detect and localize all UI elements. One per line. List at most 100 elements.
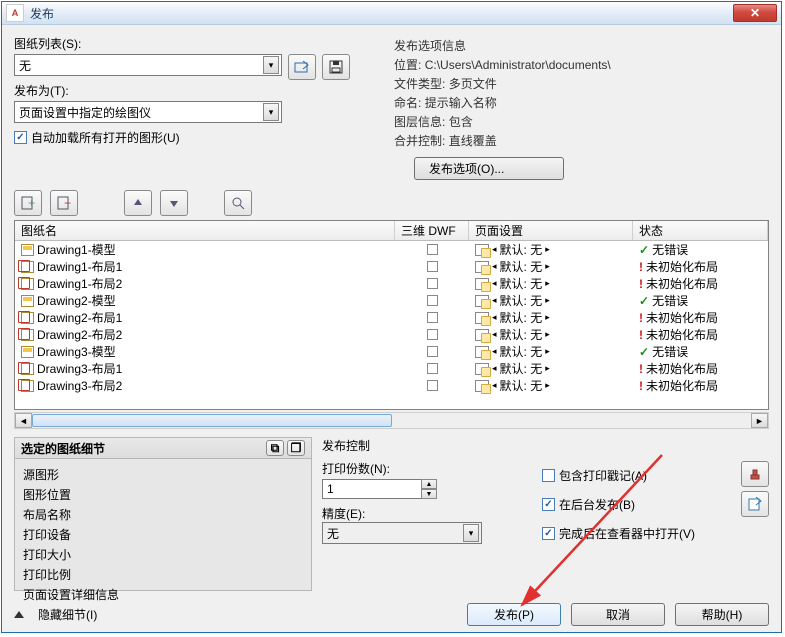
publish-button[interactable]: 发布(P) [467,603,561,626]
remove-sheet-button[interactable]: − [50,190,78,216]
page-setup-icon [475,346,489,358]
status-icon: ! [639,260,643,274]
table-row[interactable]: Drawing3-模型◂默认: 无▸✓ 无错误 [15,343,768,360]
stamp-checkbox[interactable] [542,469,555,482]
status-text: 未初始化布局 [646,275,718,292]
background-settings-button[interactable] [741,491,769,517]
status-text: 未初始化布局 [646,377,718,394]
import-button[interactable] [288,54,316,80]
table-row[interactable]: Drawing2-布局2◂默认: 无▸! 未初始化布局 [15,326,768,343]
stamp-label: 包含打印戳记(A) [559,467,647,484]
sheet-name: Drawing2-布局2 [37,326,122,343]
status-icon: ✓ [639,294,649,308]
title-bar[interactable]: A 发布 ✕ [2,2,781,25]
3d-dwf-checkbox[interactable] [427,312,438,323]
spin-up[interactable]: ▲ [421,479,437,489]
precision-combo[interactable]: 无 ▾ [322,522,482,544]
col-header-status[interactable]: 状态 [633,221,768,240]
sheet-list-combo[interactable]: 无 ▾ [14,54,282,76]
detail-item: 布局名称 [23,506,303,523]
table-row[interactable]: Drawing2-模型◂默认: 无▸✓ 无错误 [15,292,768,309]
cancel-button[interactable]: 取消 [571,603,665,626]
page-setup-value: 默认: 无 [500,258,543,275]
scroll-right-button[interactable]: ► [751,413,768,428]
sheet-icon [21,244,34,256]
stamp-settings-button[interactable] [741,461,769,487]
table-row[interactable]: Drawing2-布局1◂默认: 无▸! 未初始化布局 [15,309,768,326]
table-row[interactable]: Drawing1-布局1◂默认: 无▸! 未初始化布局 [15,258,768,275]
sheet-name: Drawing3-布局2 [37,377,122,394]
publish-options-button[interactable]: 发布选项(O)... [414,157,564,180]
triangle-up-icon [14,611,24,618]
copies-input[interactable]: 1 [322,479,422,499]
status-text: 未初始化布局 [646,258,718,275]
3d-dwf-checkbox[interactable] [427,363,438,374]
save-button[interactable] [322,54,350,80]
autoload-label: 自动加载所有打开的图形(U) [31,129,180,146]
status-icon: ! [639,379,643,393]
3d-dwf-checkbox[interactable] [427,278,438,289]
scroll-thumb[interactable] [32,414,392,427]
status-text: 未初始化布局 [646,360,718,377]
table-row[interactable]: Drawing3-布局1◂默认: 无▸! 未初始化布局 [15,360,768,377]
details-max-icon[interactable]: ❐ [287,440,305,456]
detail-item: 源图形 [23,466,303,483]
sheet-icon [21,363,34,375]
horizontal-scrollbar[interactable]: ◄ ► [14,412,769,429]
page-setup-value: 默认: 无 [500,326,543,343]
chevron-down-icon: ▾ [463,524,479,542]
status-text: 无错误 [652,343,688,360]
close-button[interactable]: ✕ [733,4,777,22]
3d-dwf-checkbox[interactable] [427,295,438,306]
table-row[interactable]: Drawing1-模型◂默认: 无▸✓ 无错误 [15,241,768,258]
sheet-icon [21,278,34,290]
info-naming: 提示输入名称 [425,96,497,110]
table-row[interactable]: Drawing1-布局2◂默认: 无▸! 未初始化布局 [15,275,768,292]
3d-dwf-checkbox[interactable] [427,329,438,340]
3d-dwf-checkbox[interactable] [427,261,438,272]
sheet-icon [21,295,34,307]
info-heading: 发布选项信息 [394,37,769,54]
page-setup-icon [475,312,489,324]
hide-details-link[interactable]: 隐藏细节(I) [38,606,97,623]
sheet-name: Drawing1-布局2 [37,275,122,292]
background-checkbox[interactable]: ✓ [542,498,555,511]
detail-item: 页面设置详细信息 [23,586,303,603]
open-viewer-checkbox[interactable]: ✓ [542,527,555,540]
scroll-left-button[interactable]: ◄ [15,413,32,428]
open-viewer-label: 完成后在查看器中打开(V) [559,525,695,542]
autoload-checkbox[interactable]: ✓ [14,131,27,144]
app-icon: A [6,4,24,22]
col-header-3ddwf[interactable]: 三维 DWF [395,221,469,240]
sheet-icon [21,346,34,358]
info-location: C:\Users\Administrator\documents\ [425,58,611,72]
details-restore-icon[interactable]: ⧉ [266,440,284,456]
3d-dwf-checkbox[interactable] [427,244,438,255]
status-icon: ! [639,277,643,291]
detail-item: 图形位置 [23,486,303,503]
3d-dwf-checkbox[interactable] [427,346,438,357]
page-setup-icon [475,295,489,307]
add-sheet-button[interactable]: + [14,190,42,216]
preview-button[interactable] [224,190,252,216]
help-button[interactable]: 帮助(H) [675,603,769,626]
move-down-button[interactable] [160,190,188,216]
table-row[interactable]: Drawing3-布局2◂默认: 无▸! 未初始化布局 [15,377,768,394]
col-header-page[interactable]: 页面设置 [469,221,633,240]
page-setup-value: 默认: 无 [500,241,543,258]
spin-down[interactable]: ▼ [421,489,437,499]
col-header-name[interactable]: 图纸名 [15,221,395,240]
status-icon: ! [639,311,643,325]
sheet-list-label: 图纸列表(S): [14,35,384,52]
detail-item: 打印比例 [23,566,303,583]
page-setup-value: 默认: 无 [500,360,543,377]
precision-label: 精度(E): [322,505,365,522]
3d-dwf-checkbox[interactable] [427,380,438,391]
move-up-button[interactable] [124,190,152,216]
publish-as-combo[interactable]: 页面设置中指定的绘图仪 ▾ [14,101,282,123]
sheet-name: Drawing2-布局1 [37,309,122,326]
sheet-icon [21,380,34,392]
sheet-name: Drawing2-模型 [37,292,116,309]
info-layer: 包含 [449,115,473,129]
sheet-name: Drawing3-模型 [37,343,116,360]
